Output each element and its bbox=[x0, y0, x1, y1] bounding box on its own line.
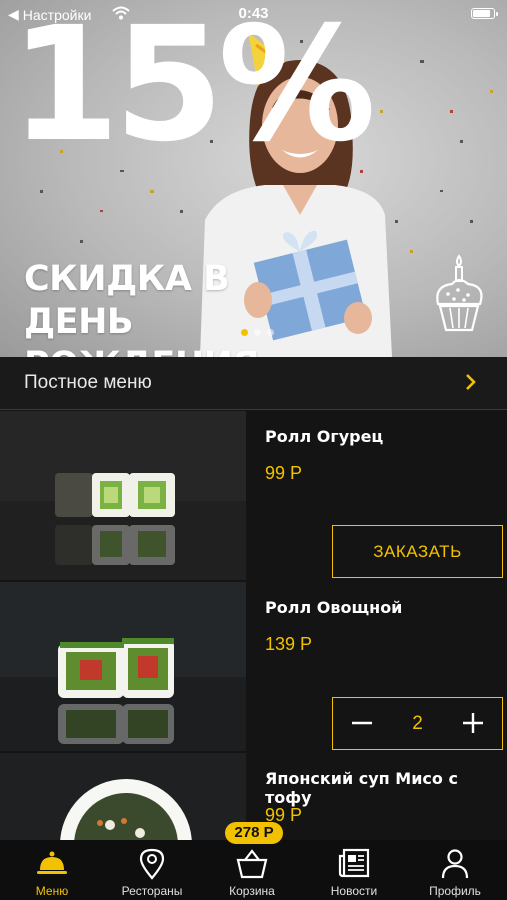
promo-banner[interactable]: 15% СКИДКА В ДЕНЬ РОЖДЕНИЯ bbox=[0, 0, 507, 357]
quantity-stepper[interactable]: 2 bbox=[332, 697, 503, 750]
carousel-indicator[interactable] bbox=[241, 329, 274, 336]
map-pin-icon bbox=[139, 848, 165, 880]
plus-icon[interactable] bbox=[454, 704, 492, 742]
tab-label: Профиль bbox=[429, 884, 481, 898]
lent-menu-label: Постное меню bbox=[24, 372, 152, 393]
status-time: 0:43 bbox=[238, 5, 269, 22]
tab-bar: Меню Рестораны Корзина Новости Профиль bbox=[0, 840, 507, 900]
promo-headline: СКИДКА В ДЕНЬ РОЖДЕНИЯ bbox=[24, 259, 259, 357]
carousel-dot[interactable] bbox=[254, 329, 261, 336]
person-icon bbox=[441, 849, 469, 879]
promo-discount-text: 15% bbox=[10, 0, 376, 177]
basket-icon bbox=[236, 849, 268, 879]
carousel-dot-active[interactable] bbox=[241, 329, 248, 336]
cart-total-badge[interactable]: 278 Р bbox=[225, 822, 283, 844]
product-name: Ролл Огурец bbox=[265, 427, 384, 446]
tab-label: Новости bbox=[330, 884, 378, 898]
product-price: 139 Р bbox=[265, 634, 313, 654]
product-image bbox=[0, 582, 246, 751]
product-price: 99 Р bbox=[265, 463, 303, 483]
product-card[interactable]: Ролл Овощной 139 Р 2 bbox=[0, 582, 507, 753]
carousel-dot[interactable] bbox=[267, 329, 274, 336]
tab-profile[interactable]: Профиль bbox=[405, 840, 505, 900]
tab-label: Меню bbox=[35, 884, 69, 898]
tab-label: Корзина bbox=[229, 884, 275, 898]
product-card[interactable]: Ролл Огурец 99 Р ЗАКАЗАТЬ bbox=[0, 411, 507, 582]
battery-level bbox=[473, 10, 490, 17]
tab-news[interactable]: Новости bbox=[304, 840, 404, 900]
app-screen: 15% СКИДКА В ДЕНЬ РОЖДЕНИЯ ◀ Настройки bbox=[0, 0, 507, 900]
order-button[interactable]: ЗАКАЗАТЬ bbox=[332, 525, 503, 578]
tab-menu[interactable]: Меню bbox=[2, 840, 102, 900]
product-image bbox=[0, 411, 246, 580]
tab-restaurants[interactable]: Рестораны bbox=[102, 840, 202, 900]
status-bar: ◀ Настройки 0:43 bbox=[0, 0, 507, 28]
chevron-right-icon bbox=[466, 374, 476, 390]
product-name: Ролл Овощной bbox=[265, 598, 403, 617]
newspaper-icon bbox=[338, 848, 370, 878]
cupcake-icon bbox=[436, 254, 483, 332]
product-name: Японский суп Мисо с тофу bbox=[265, 769, 458, 807]
cloche-icon bbox=[37, 851, 67, 874]
tab-cart[interactable]: Корзина bbox=[202, 840, 302, 900]
battery-icon bbox=[471, 8, 498, 19]
tab-label: Рестораны bbox=[121, 884, 183, 898]
lent-menu-row[interactable]: Постное меню bbox=[0, 357, 507, 410]
